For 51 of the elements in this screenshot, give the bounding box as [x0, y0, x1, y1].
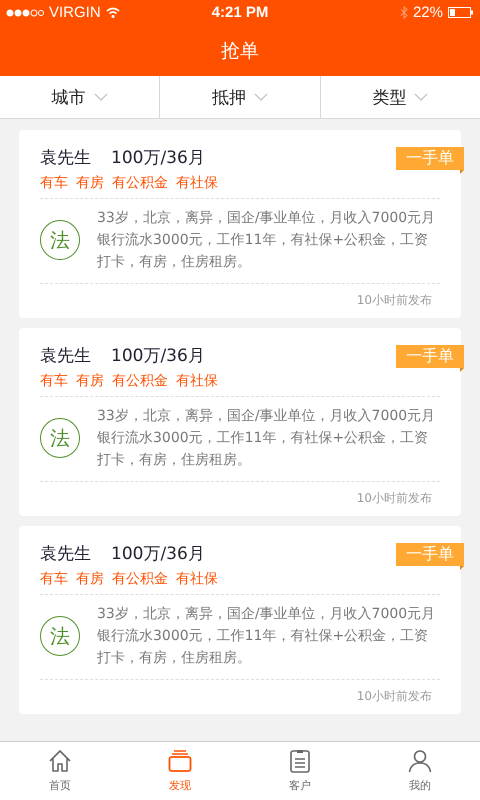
status-time: 4:21 PM: [212, 4, 268, 21]
badge-fold-icon: [460, 170, 464, 174]
feature-tag: 有房: [76, 570, 104, 588]
stacked-cards-icon: [168, 749, 192, 773]
chevron-down-icon: [254, 93, 268, 101]
feature-tag: 有房: [76, 372, 104, 390]
order-card[interactable]: 袁先生 100万/36月 一手单 有车 有房 有公积金 有社保 法 33岁，北京，离异，国企/事业单位，月收入7000元月银行流水3000元，工作11年，有社保+公积金，工资打卡，有房，住房租房。 10小时前发布: [19, 526, 461, 714]
badge-fold-icon: [460, 368, 464, 372]
chevron-down-icon: [94, 93, 108, 101]
order-card[interactable]: 袁先生 100万/36月 一手单 有车 有房 有公积金 有社保 法 33岁，北京，离异，国企/事业单位，月收入7000元月银行流水3000元，工作11年，有社保+公积金，工资打卡，有房，住房租房。 10小时前发布: [19, 130, 461, 318]
battery-percent: 22%: [412, 4, 443, 21]
type-mark: 法: [40, 418, 80, 458]
client-description: 33岁，北京，离异，国企/事业单位，月收入7000元月银行流水3000元，工作11年，有社保+公积金，工资打卡，有房，住房租房。: [97, 605, 436, 668]
feature-tag: 有房: [76, 174, 104, 192]
order-badge: 一手单: [396, 147, 464, 170]
person-icon: [408, 749, 432, 773]
type-mark: 法: [40, 616, 80, 656]
carrier-name: VIRGIN: [49, 4, 101, 21]
posted-time: 10小时前发布: [356, 292, 433, 309]
client-description: 33岁，北京，离异，国企/事业单位，月收入7000元月银行流水3000元，工作11年，有社保+公积金，工资打卡，有房，住房租房。: [97, 407, 436, 470]
feature-tag: 有公积金: [112, 372, 168, 390]
battery-icon: [448, 7, 474, 18]
clipboard-icon: [288, 749, 312, 773]
feature-tag: 有车: [40, 570, 68, 588]
feature-tag: 有车: [40, 372, 68, 390]
posted-time: 10小时前发布: [356, 688, 433, 705]
loan-amount: 100万/36月: [111, 146, 205, 168]
client-name: 袁先生: [40, 344, 91, 366]
feature-tag: 有车: [40, 174, 68, 192]
order-card[interactable]: 袁先生 100万/36月 一手单 有车 有房 有公积金 有社保 法 33岁，北京，离异，国企/事业单位，月收入7000元月银行流水3000元，工作11年，有社保+公积金，工资打卡，有房，住房租房。 10小时前发布: [19, 328, 461, 516]
feature-tag: 有公积金: [112, 174, 168, 192]
client-name: 袁先生: [40, 146, 91, 168]
feature-tag: 有公积金: [112, 570, 168, 588]
posted-time: 10小时前发布: [356, 490, 433, 507]
loan-amount: 100万/36月: [111, 344, 205, 366]
page-title: 抢单: [221, 38, 259, 64]
feature-tag: 有社保: [176, 372, 218, 390]
loan-amount: 100万/36月: [111, 542, 205, 564]
client-description: 33岁，北京，离异，国企/事业单位，月收入7000元月银行流水3000元，工作11年，有社保+公积金，工资打卡，有房，住房租房。: [97, 209, 436, 272]
order-badge: 一手单: [396, 345, 464, 368]
client-name: 袁先生: [40, 542, 91, 564]
type-mark: 法: [40, 220, 80, 260]
wifi-icon: [106, 7, 120, 18]
badge-fold-icon: [460, 566, 464, 570]
order-badge: 一手单: [396, 543, 464, 566]
signal-icon: [6, 8, 44, 16]
chevron-down-icon: [414, 93, 428, 101]
home-icon: [48, 749, 72, 773]
bluetooth-icon: [400, 6, 408, 19]
feature-tag: 有社保: [176, 174, 218, 192]
feature-tag: 有社保: [176, 570, 218, 588]
